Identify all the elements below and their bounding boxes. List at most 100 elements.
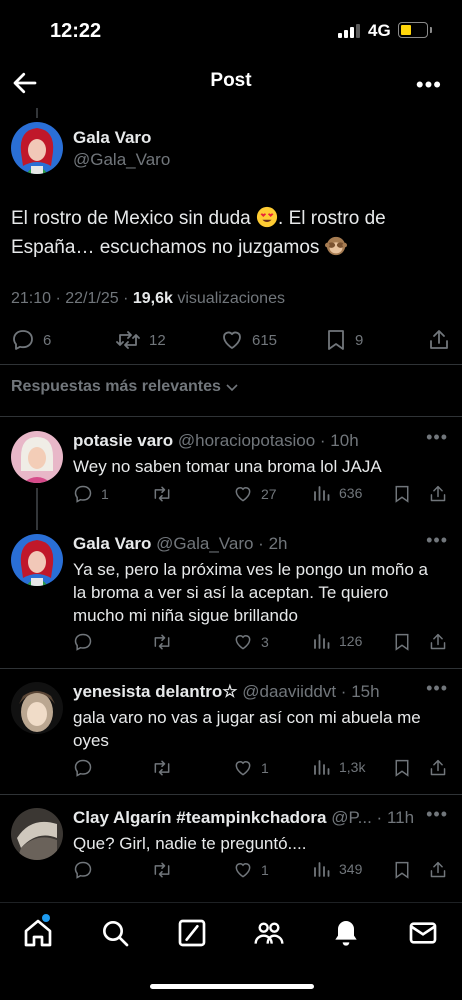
- views-label: visualizaciones: [172, 290, 285, 307]
- reply-author[interactable]: yenesista delantro☆ @daaviiddvt · 15h: [73, 682, 380, 702]
- notifications-icon: [335, 921, 357, 946]
- like-button[interactable]: 27: [233, 484, 277, 504]
- reply-text: gala varo no vas a jugar así con mi abue…: [73, 708, 421, 750]
- repost-button[interactable]: [151, 860, 173, 880]
- more-icon[interactable]: •••: [426, 804, 448, 825]
- reply-handle: @daaviiddvt: [242, 682, 337, 701]
- reply-author[interactable]: potasie varo @horaciopotasioo · 10h: [73, 431, 359, 451]
- bookmark-icon: [395, 759, 409, 777]
- bookmark-button[interactable]: 9: [325, 328, 363, 352]
- compose-icon: [178, 919, 206, 947]
- tab-communities[interactable]: [253, 917, 285, 949]
- like-button[interactable]: 1: [233, 860, 269, 880]
- like-count: 3: [261, 634, 269, 650]
- views-icon: [314, 486, 330, 501]
- post-text-line1: El rostro de Mexico sin duda: [11, 208, 257, 229]
- share-button[interactable]: [429, 860, 447, 880]
- heart-icon: [235, 635, 251, 650]
- views-icon: [314, 760, 330, 775]
- views-count: 19,6k: [132, 290, 173, 307]
- like-count: 1: [261, 862, 269, 878]
- views-button[interactable]: 1,3k: [313, 758, 365, 776]
- thread-line: [36, 108, 38, 118]
- views-icon: [314, 862, 330, 877]
- reply-icon: [74, 861, 92, 879]
- reply-time: 10h: [330, 431, 359, 450]
- more-icon[interactable]: •••: [426, 678, 448, 699]
- tab-messages[interactable]: [407, 917, 439, 949]
- views-count: 1,3k: [339, 759, 366, 775]
- bookmark-icon: [395, 861, 409, 879]
- heart-icon: [235, 487, 251, 502]
- views-icon: [314, 634, 330, 649]
- views-button[interactable]: 636: [313, 484, 362, 502]
- share-button[interactable]: [429, 484, 447, 504]
- repost-button[interactable]: 12: [115, 328, 166, 352]
- avatar[interactable]: [11, 808, 63, 860]
- reply-text: Que? Girl, nadie te preguntó....: [73, 834, 307, 853]
- heart-icon: [235, 863, 251, 878]
- share-button[interactable]: [428, 328, 450, 352]
- like-button[interactable]: 615: [220, 328, 277, 352]
- reply-count: 1: [101, 486, 109, 502]
- share-button[interactable]: [429, 758, 447, 778]
- share-icon: [430, 633, 446, 650]
- reply-button[interactable]: 6: [11, 328, 51, 352]
- views-button[interactable]: 126: [313, 632, 362, 650]
- bookmark-icon: [395, 485, 409, 503]
- network-label: 4G: [368, 21, 391, 40]
- notification-dot: [42, 914, 50, 922]
- see-no-evil-monkey-emoji-icon: [324, 236, 347, 256]
- divider: [0, 668, 462, 669]
- battery-icon: [398, 22, 428, 38]
- author-handle[interactable]: @Gala_Varo: [73, 150, 170, 170]
- more-icon[interactable]: •••: [416, 72, 442, 98]
- post-meta: 21:10 · 22/1/25 · 19,6k visualizaciones: [11, 290, 285, 308]
- reply-count: 6: [43, 331, 52, 349]
- tab-compose[interactable]: [176, 917, 208, 949]
- like-count: 27: [261, 486, 277, 502]
- avatar[interactable]: [11, 431, 63, 483]
- repost-button[interactable]: [151, 484, 173, 504]
- bookmark-button[interactable]: [393, 860, 411, 880]
- home-icon: [24, 919, 52, 947]
- like-button[interactable]: 1: [233, 758, 269, 778]
- reply-handle: @P...: [331, 808, 372, 827]
- share-icon: [430, 759, 446, 776]
- avatar[interactable]: [11, 122, 63, 174]
- more-icon[interactable]: •••: [426, 530, 448, 551]
- reply-author[interactable]: Gala Varo @Gala_Varo · 2h: [73, 534, 287, 554]
- avatar[interactable]: [11, 682, 63, 734]
- tab-notifications[interactable]: [330, 917, 362, 949]
- bookmark-button[interactable]: [393, 632, 411, 652]
- reply-icon: [13, 330, 33, 350]
- post-text-line2: España… escuchamos no juzgamos: [11, 237, 325, 258]
- avatar[interactable]: [11, 534, 63, 586]
- repost-icon: [154, 862, 170, 878]
- replies-filter-dropdown[interactable]: Respuestas más relevantes: [11, 378, 239, 396]
- tab-search[interactable]: [99, 917, 131, 949]
- more-icon[interactable]: •••: [426, 427, 448, 448]
- reply-button[interactable]: [73, 632, 93, 652]
- tab-home[interactable]: [22, 914, 54, 949]
- author-name[interactable]: Gala Varo: [73, 128, 151, 148]
- repost-button[interactable]: [151, 758, 173, 778]
- like-count: 1: [261, 760, 269, 776]
- bookmark-button[interactable]: [393, 484, 411, 504]
- bookmark-button[interactable]: [393, 758, 411, 778]
- reply-button[interactable]: [73, 860, 93, 880]
- reply-actions: 1 1,3k: [73, 758, 453, 780]
- like-button[interactable]: 3: [233, 632, 269, 652]
- reply-button[interactable]: [73, 758, 93, 778]
- share-button[interactable]: [429, 632, 447, 652]
- views-count: 349: [339, 861, 363, 877]
- divider: [0, 416, 462, 417]
- reply-author[interactable]: Clay Algarín #teampinkchadora @P... · 11…: [73, 808, 414, 828]
- reply-text: Wey no saben tomar una broma lol JAJA: [73, 457, 382, 476]
- repost-icon: [116, 331, 140, 349]
- repost-button[interactable]: [151, 632, 173, 652]
- reply-text: Ya se, pero la próxima ves le pongo un m…: [73, 560, 429, 625]
- reply-button[interactable]: 1: [73, 484, 109, 504]
- views-button[interactable]: 349: [313, 860, 362, 878]
- reply-actions: 3 126: [73, 632, 453, 654]
